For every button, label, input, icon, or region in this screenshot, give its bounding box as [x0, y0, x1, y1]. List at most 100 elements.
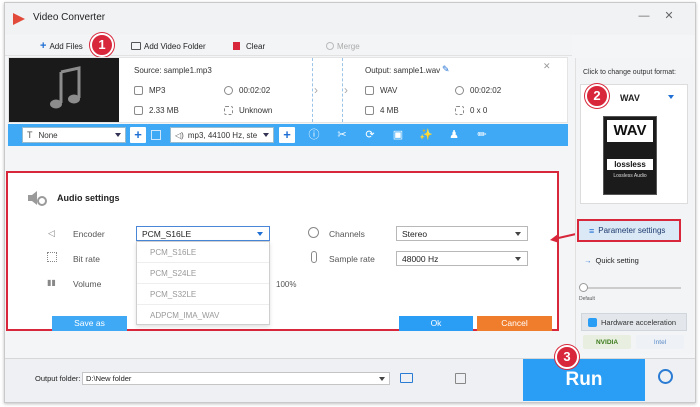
source-size: 2.33 MB [149, 106, 179, 115]
output-folder-label: Output folder: [35, 374, 81, 383]
text-t-icon: T [27, 130, 33, 140]
nvidia-badge[interactable]: NVIDIA [583, 335, 631, 349]
chevron-down-icon [115, 133, 121, 137]
ok-button[interactable]: Ok [399, 316, 473, 331]
chevron-right-icon: › [344, 83, 348, 97]
samplerate-select[interactable]: 48000 Hz [396, 251, 528, 266]
save-as-button[interactable]: Save as [52, 316, 127, 331]
quality-slider-track[interactable] [583, 287, 681, 289]
clear-button[interactable]: Clear [233, 40, 265, 52]
quick-setting-toggle[interactable]: → Quick setting [584, 256, 639, 265]
channels-select[interactable]: Stereo [396, 226, 528, 241]
clock-icon [224, 86, 233, 95]
samplerate-value: 48000 Hz [402, 253, 439, 264]
volume-label: Volume [73, 279, 102, 289]
crop-icon[interactable]: ▣ [390, 127, 406, 143]
alarm-clock-icon[interactable] [658, 369, 673, 384]
open-folder-icon[interactable] [455, 373, 466, 384]
speaker-icon: ◁) [175, 130, 184, 140]
hardware-acceleration-button[interactable]: Hardware acceleration [581, 313, 687, 331]
step-badge-2: 2 [585, 84, 609, 108]
scissors-icon[interactable]: ✂ [334, 127, 350, 143]
run-button[interactable]: Run [523, 359, 645, 401]
channels-label: Channels [329, 229, 365, 239]
microphone-icon [311, 251, 317, 263]
output-format: WAV [380, 86, 398, 95]
chevron-down-icon [263, 133, 269, 137]
file-thumbnail [9, 58, 119, 122]
format-icon [134, 86, 143, 95]
chevron-down-icon [257, 232, 263, 236]
file-size-icon [134, 106, 143, 115]
merge-button[interactable]: Merge [326, 40, 360, 52]
app-title: Video Converter [33, 12, 106, 23]
clear-label: Clear [246, 41, 266, 51]
source-label: Source: sample1.mp3 [134, 66, 212, 75]
selected-format-label: WAV [620, 93, 640, 103]
divider [342, 58, 343, 122]
chip-icon [588, 317, 597, 327]
source-format: MP3 [149, 86, 166, 95]
step-badge-3: 3 [555, 345, 579, 369]
encoder-option[interactable]: PCM_S24LE [137, 263, 269, 284]
encoder-select[interactable]: PCM_S16LE [136, 226, 270, 241]
hardware-acceleration-label: Hardware acceleration [601, 317, 677, 327]
plus-icon: + [40, 40, 47, 52]
parameter-settings-button[interactable]: ≡ Parameter settings [577, 219, 681, 242]
add-files-button[interactable]: + Add Files [40, 40, 83, 52]
remove-file-icon[interactable]: ✕ [543, 61, 551, 72]
bitrate-icon [47, 252, 57, 262]
merge-icon [326, 42, 334, 50]
watermark-icon[interactable]: ♟ [446, 127, 462, 143]
annotation-arrow-icon [550, 233, 577, 243]
info-icon[interactable]: ⓘ [306, 127, 322, 143]
resolution-icon [455, 106, 464, 115]
intel-badge[interactable]: Intel [636, 335, 684, 349]
add-video-folder-button[interactable]: Add Video Folder [131, 40, 206, 52]
encoder-option[interactable]: PCM_S32LE [137, 284, 269, 305]
audio-track-select[interactable]: ◁) mp3, 44100 Hz, ste [170, 127, 274, 143]
subtitle-value: None [38, 130, 58, 140]
parameter-settings-label: Parameter settings [598, 226, 666, 235]
divider [312, 58, 313, 122]
add-audio-track-button[interactable]: + [279, 127, 295, 143]
wav-card-title: WAV [607, 120, 653, 142]
output-resolution: 0 x 0 [470, 106, 488, 115]
add-subtitle-button[interactable]: + [130, 127, 146, 143]
lossless-logo: lossless [607, 159, 653, 170]
encoder-label: Encoder [73, 229, 105, 239]
browse-folder-icon[interactable] [400, 373, 413, 383]
effects-wand-icon[interactable]: ✨ [418, 127, 434, 143]
encoder-dropdown-list: PCM_S16LE PCM_S24LE PCM_S32LE ADPCM_IMA_… [136, 241, 270, 325]
audio-track-value: mp3, 44100 Hz, ste [187, 130, 258, 140]
minimize-button[interactable]: — [636, 8, 652, 24]
encoder-option[interactable]: PCM_S16LE [137, 242, 269, 263]
quality-slider-handle[interactable] [579, 283, 588, 292]
resolution-icon [224, 106, 233, 115]
rotate-icon[interactable]: ⟳ [362, 127, 378, 143]
encoder-value: PCM_S16LE [142, 228, 192, 239]
output-folder-value: D:\New folder [86, 374, 132, 383]
chevron-right-icon: › [314, 83, 318, 97]
file-size-icon [365, 106, 374, 115]
bitrate-label: Bit rate [73, 254, 100, 264]
quick-setting-label: Quick setting [595, 256, 639, 265]
slider-default-label: Default [579, 296, 595, 302]
format-icon [365, 86, 374, 95]
subtitle-select[interactable]: T None [22, 127, 126, 143]
cancel-button[interactable]: Cancel [477, 316, 552, 331]
samplerate-label: Sample rate [329, 254, 375, 264]
subtitle-edit-icon[interactable]: ✏ [474, 127, 490, 143]
chevron-down-icon [515, 257, 521, 261]
folder-icon [131, 42, 141, 50]
encoder-option[interactable]: ADPCM_IMA_WAV [137, 305, 269, 326]
volume-value: 100% [276, 280, 297, 289]
sliders-icon: ≡ [589, 225, 595, 236]
output-format-hint: Click to change output format: [583, 69, 676, 76]
close-button[interactable]: ✕ [661, 8, 677, 24]
audio-settings-title: Audio settings [57, 193, 120, 203]
source-duration: 00:02:02 [239, 86, 271, 95]
output-folder-input[interactable]: D:\New folder [82, 372, 390, 385]
title-bar [5, 3, 695, 35]
edit-pencil-icon[interactable]: ✎ [442, 64, 450, 75]
